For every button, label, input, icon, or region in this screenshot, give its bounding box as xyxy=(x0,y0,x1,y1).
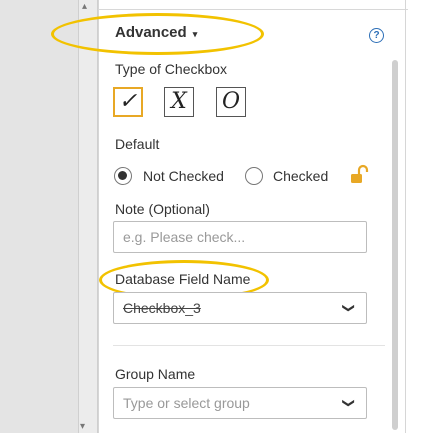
radio-checked-label[interactable]: Checked xyxy=(273,168,328,184)
advanced-label: Advanced xyxy=(115,24,187,41)
lock-open-icon[interactable] xyxy=(349,164,371,186)
checkbox-type-x-button[interactable]: X xyxy=(164,87,194,117)
x-icon: X xyxy=(171,89,187,114)
note-label: Note (Optional) xyxy=(115,201,210,217)
db-field-select[interactable]: Checkbox_3 ❯ xyxy=(113,292,367,324)
checkbox-type-check-button[interactable]: ✓ xyxy=(113,87,143,117)
side-rail xyxy=(78,0,98,433)
help-icon[interactable]: ? xyxy=(369,28,384,43)
checkbox-type-label: Type of Checkbox xyxy=(115,61,228,77)
chevron-down-icon: ❯ xyxy=(341,397,356,409)
radio-not-checked-label[interactable]: Not Checked xyxy=(143,168,224,184)
panel-scrollbar[interactable] xyxy=(392,60,398,430)
scroll-down-icon[interactable]: ▾ xyxy=(80,421,85,433)
note-placeholder: e.g. Please check... xyxy=(123,229,246,245)
db-field-label: Database Field Name xyxy=(115,271,251,287)
default-label: Default xyxy=(115,136,160,152)
group-name-label: Group Name xyxy=(115,366,196,382)
panel-top-border xyxy=(98,0,408,10)
caret-down-icon: ▾ xyxy=(192,28,198,39)
radio-checked[interactable] xyxy=(245,167,263,185)
checkbox-type-o-button[interactable]: O xyxy=(216,87,246,117)
check-icon: ✓ xyxy=(118,89,138,114)
left-strip xyxy=(0,0,80,433)
o-icon: O xyxy=(221,89,241,114)
radio-not-checked[interactable] xyxy=(114,167,132,185)
group-name-select[interactable]: Type or select group ❯ xyxy=(113,387,367,419)
group-name-placeholder: Type or select group xyxy=(123,395,250,411)
note-input[interactable]: e.g. Please check... xyxy=(113,221,367,253)
panel-right-border xyxy=(405,0,406,433)
section-divider xyxy=(113,345,385,346)
advanced-section-toggle[interactable]: Advanced ▾ xyxy=(115,24,197,41)
chevron-down-icon: ❯ xyxy=(341,302,356,314)
scroll-up-icon[interactable]: ▴ xyxy=(82,2,87,12)
db-field-value: Checkbox_3 xyxy=(123,300,201,316)
